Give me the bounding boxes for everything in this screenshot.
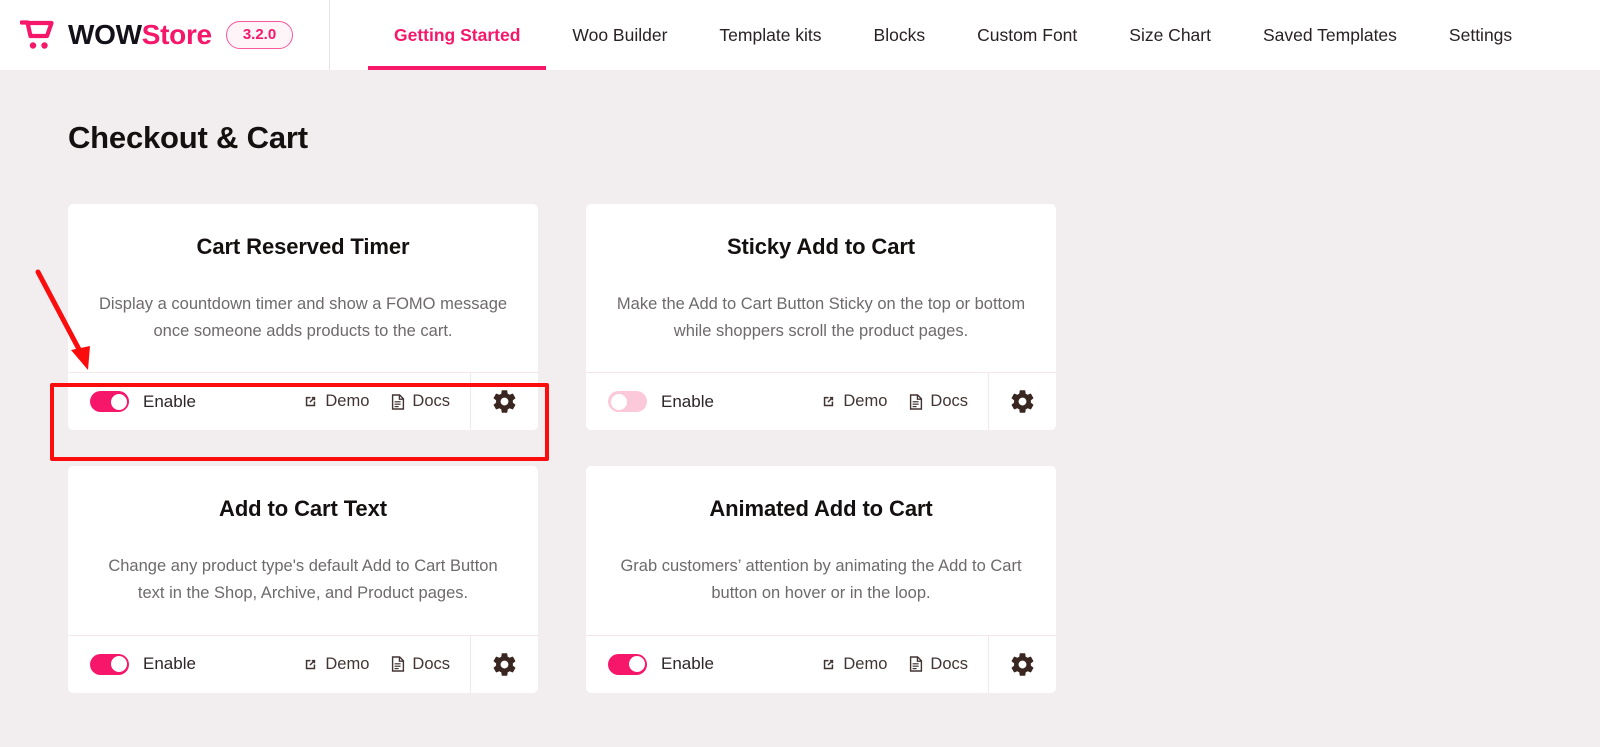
- card-footer-links: Demo Docs: [821, 392, 988, 411]
- tab-settings-label: Settings: [1449, 25, 1512, 46]
- tab-blocks[interactable]: Blocks: [848, 0, 952, 70]
- card-footer: Enable Demo Docs: [586, 635, 1056, 693]
- tab-saved-templates-label: Saved Templates: [1263, 25, 1397, 46]
- card-footer-links: Demo Docs: [303, 655, 470, 674]
- tab-template-kits-label: Template kits: [719, 25, 821, 46]
- external-link-icon: [303, 657, 318, 672]
- demo-label: Demo: [843, 655, 887, 674]
- tab-woo-builder[interactable]: Woo Builder: [546, 0, 693, 70]
- tab-woo-builder-label: Woo Builder: [572, 25, 667, 46]
- main-content: Checkout & Cart Cart Reserved Timer Disp…: [0, 70, 1600, 693]
- settings-button[interactable]: [470, 636, 538, 693]
- settings-button[interactable]: [470, 373, 538, 430]
- settings-button[interactable]: [988, 373, 1056, 430]
- brand-store-text: Store: [142, 19, 212, 50]
- enable-toggle[interactable]: [90, 391, 129, 412]
- gear-icon: [491, 651, 518, 678]
- toggle-knob: [111, 394, 127, 410]
- toggle-knob: [629, 656, 645, 672]
- card-footer-links: Demo Docs: [821, 655, 988, 674]
- tab-getting-started[interactable]: Getting Started: [368, 0, 546, 70]
- card-description: Display a countdown timer and show a FOM…: [98, 291, 508, 344]
- enable-label: Enable: [143, 392, 196, 412]
- demo-label: Demo: [843, 392, 887, 411]
- docs-label: Docs: [412, 655, 450, 674]
- feature-card-grid: Cart Reserved Timer Display a countdown …: [68, 204, 1558, 693]
- brand-wordmark: WOWStore: [68, 19, 212, 51]
- card-title: Add to Cart Text: [98, 496, 508, 522]
- page-title: Checkout & Cart: [68, 120, 1600, 156]
- external-link-icon: [303, 394, 318, 409]
- brand-wow-text: WOW: [68, 19, 142, 50]
- tab-getting-started-label: Getting Started: [394, 25, 520, 46]
- card-title: Animated Add to Cart: [616, 496, 1026, 522]
- card-body: Sticky Add to Cart Make the Add to Cart …: [586, 204, 1056, 372]
- document-icon: [909, 394, 923, 410]
- enable-toggle[interactable]: [608, 391, 647, 412]
- demo-link[interactable]: Demo: [821, 655, 887, 674]
- external-link-icon: [821, 657, 836, 672]
- card-description: Make the Add to Cart Button Sticky on th…: [616, 291, 1026, 344]
- tab-custom-font[interactable]: Custom Font: [951, 0, 1103, 70]
- gear-icon: [1009, 388, 1036, 415]
- gear-icon: [1009, 651, 1036, 678]
- settings-button[interactable]: [988, 636, 1056, 693]
- docs-label: Docs: [930, 655, 968, 674]
- card-body: Animated Add to Cart Grab customers’ att…: [586, 466, 1056, 634]
- enable-label: Enable: [143, 654, 196, 674]
- app-header: WOWStore 3.2.0 Getting Started Woo Build…: [0, 0, 1600, 70]
- tab-custom-font-label: Custom Font: [977, 25, 1077, 46]
- gear-icon: [491, 388, 518, 415]
- enable-toggle[interactable]: [90, 654, 129, 675]
- card-title: Sticky Add to Cart: [616, 234, 1026, 260]
- feature-card-add-to-cart-text: Add to Cart Text Change any product type…: [68, 466, 538, 692]
- card-body: Cart Reserved Timer Display a countdown …: [68, 204, 538, 372]
- tab-saved-templates[interactable]: Saved Templates: [1237, 0, 1423, 70]
- card-footer-links: Demo Docs: [303, 392, 470, 411]
- docs-link[interactable]: Docs: [909, 392, 968, 411]
- feature-card-animated-add-to-cart: Animated Add to Cart Grab customers’ att…: [586, 466, 1056, 692]
- tab-settings[interactable]: Settings: [1423, 0, 1538, 70]
- card-footer: Enable Demo Docs: [68, 372, 538, 430]
- external-link-icon: [821, 394, 836, 409]
- shopping-cart-icon: [20, 20, 54, 50]
- version-badge: 3.2.0: [226, 21, 293, 49]
- feature-card-sticky-add-to-cart: Sticky Add to Cart Make the Add to Cart …: [586, 204, 1056, 430]
- tab-size-chart[interactable]: Size Chart: [1103, 0, 1237, 70]
- card-footer: Enable Demo Docs: [586, 372, 1056, 430]
- demo-link[interactable]: Demo: [303, 392, 369, 411]
- docs-label: Docs: [412, 392, 450, 411]
- card-body: Add to Cart Text Change any product type…: [68, 466, 538, 634]
- card-footer: Enable Demo Docs: [68, 635, 538, 693]
- brand-zone: WOWStore 3.2.0: [0, 0, 330, 70]
- document-icon: [391, 394, 405, 410]
- toggle-knob: [111, 656, 127, 672]
- demo-label: Demo: [325, 655, 369, 674]
- demo-link[interactable]: Demo: [821, 392, 887, 411]
- docs-link[interactable]: Docs: [909, 655, 968, 674]
- card-title: Cart Reserved Timer: [98, 234, 508, 260]
- tab-template-kits[interactable]: Template kits: [693, 0, 847, 70]
- docs-link[interactable]: Docs: [391, 392, 450, 411]
- tab-size-chart-label: Size Chart: [1129, 25, 1211, 46]
- enable-label: Enable: [661, 392, 714, 412]
- feature-card-cart-reserved-timer: Cart Reserved Timer Display a countdown …: [68, 204, 538, 430]
- card-description: Change any product type's default Add to…: [98, 553, 508, 606]
- demo-label: Demo: [325, 392, 369, 411]
- document-icon: [391, 656, 405, 672]
- docs-label: Docs: [930, 392, 968, 411]
- document-icon: [909, 656, 923, 672]
- toggle-knob: [611, 394, 627, 410]
- enable-label: Enable: [661, 654, 714, 674]
- docs-link[interactable]: Docs: [391, 655, 450, 674]
- enable-toggle[interactable]: [608, 654, 647, 675]
- tab-blocks-label: Blocks: [874, 25, 926, 46]
- card-description: Grab customers’ attention by animating t…: [616, 553, 1026, 606]
- demo-link[interactable]: Demo: [303, 655, 369, 674]
- main-navigation: Getting Started Woo Builder Template kit…: [330, 0, 1538, 70]
